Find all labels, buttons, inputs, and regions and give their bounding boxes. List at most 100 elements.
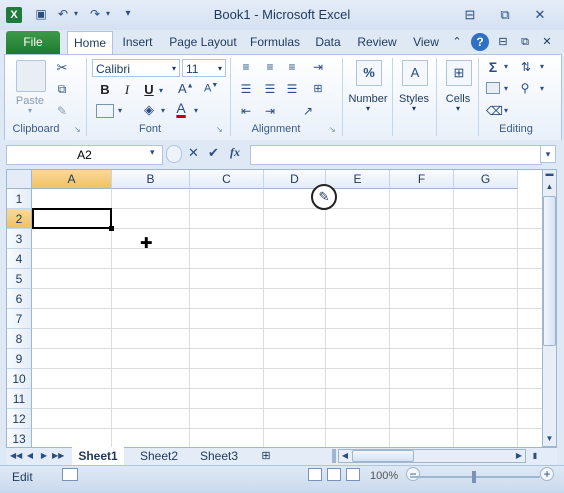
- row-header-4[interactable]: 4: [7, 249, 32, 269]
- tab-page-layout[interactable]: Page Layout: [166, 31, 240, 54]
- fill-color-dropdown-icon[interactable]: ▾: [159, 106, 167, 115]
- column-header-c[interactable]: C: [190, 170, 264, 189]
- paste-dropdown-icon[interactable]: ▾: [22, 106, 38, 115]
- row-header-12[interactable]: 12: [7, 409, 32, 429]
- borders-dropdown-icon[interactable]: ▾: [116, 106, 124, 115]
- sheet-tab-sheet1[interactable]: Sheet1: [72, 447, 124, 465]
- row-header-2[interactable]: 2: [7, 209, 32, 229]
- merge-center-icon[interactable]: ⊞: [310, 82, 326, 95]
- autosum-button[interactable]: Σ: [486, 59, 500, 75]
- next-sheet-icon[interactable]: ▶: [38, 449, 50, 463]
- scroll-down-icon[interactable]: ▼: [543, 432, 556, 445]
- zoom-slider-thumb[interactable]: [472, 471, 476, 483]
- tab-home[interactable]: Home: [67, 31, 113, 55]
- cut-icon[interactable]: ✂: [54, 60, 70, 76]
- number-dropdown-icon[interactable]: ▾: [360, 104, 376, 113]
- fill-dropdown-icon[interactable]: ▾: [502, 84, 510, 93]
- underline-button[interactable]: U: [142, 82, 156, 97]
- horizontal-scroll-thumb[interactable]: [352, 450, 414, 462]
- expand-formula-bar-icon[interactable]: ▾: [540, 145, 556, 163]
- font-launcher-icon[interactable]: ↘: [216, 125, 223, 134]
- sheet-tab-sheet3[interactable]: Sheet3: [194, 447, 244, 465]
- find-select-icon[interactable]: ⚲: [516, 81, 534, 95]
- split-box-icon[interactable]: ▬: [543, 170, 556, 178]
- decrease-font-icon[interactable]: A▼: [204, 82, 218, 95]
- zoom-in-icon[interactable]: +: [540, 467, 554, 481]
- select-all-corner[interactable]: [7, 170, 32, 189]
- row-header-6[interactable]: 6: [7, 289, 32, 309]
- align-center-icon[interactable]: ☰: [262, 82, 278, 96]
- confirm-entry-icon[interactable]: ✔: [208, 145, 219, 161]
- row-header-13[interactable]: 13: [7, 429, 32, 448]
- tab-file[interactable]: File: [6, 31, 60, 54]
- fill-icon[interactable]: [486, 82, 500, 94]
- row-header-11[interactable]: 11: [7, 389, 32, 409]
- increase-indent-icon[interactable]: ⇥: [262, 104, 278, 118]
- decrease-indent-icon[interactable]: ⇤: [238, 104, 254, 118]
- sort-filter-dropdown-icon[interactable]: ▾: [538, 62, 546, 71]
- row-header-3[interactable]: 3: [7, 229, 32, 249]
- font-name-combo[interactable]: Calibri ▾: [92, 59, 180, 77]
- cells-dropdown-icon[interactable]: ▾: [450, 104, 466, 113]
- top-align-icon[interactable]: ≡: [238, 60, 254, 74]
- row-header-8[interactable]: 8: [7, 329, 32, 349]
- vertical-scroll-thumb[interactable]: [543, 196, 556, 346]
- worksheet-grid[interactable]: ABCDEFG 1 2 3 4 5 6 7 8 9 10 11 12 13: [6, 169, 544, 449]
- formula-input[interactable]: [250, 145, 542, 165]
- align-right-icon[interactable]: ☰: [284, 82, 300, 96]
- doc-restore-icon[interactable]: ⧉: [518, 31, 532, 54]
- row-header-1[interactable]: 1: [7, 189, 32, 209]
- fill-handle[interactable]: [109, 226, 114, 231]
- cells-icon[interactable]: ⊞: [446, 60, 472, 86]
- column-header-b[interactable]: B: [112, 170, 190, 189]
- doc-close-icon[interactable]: ✕: [540, 31, 554, 54]
- orientation-icon[interactable]: ↗: [300, 104, 316, 118]
- restore-button[interactable]: ⧉: [493, 6, 517, 24]
- macro-record-icon[interactable]: [62, 468, 78, 481]
- font-color-dropdown-icon[interactable]: ▾: [192, 106, 200, 115]
- last-sheet-icon[interactable]: ▶▶: [52, 449, 64, 463]
- row-header-10[interactable]: 10: [7, 369, 32, 389]
- row-header-5[interactable]: 5: [7, 269, 32, 289]
- column-header-a[interactable]: A: [32, 170, 112, 189]
- underline-dropdown-icon[interactable]: ▾: [157, 86, 165, 95]
- sheet-tab-sheet2[interactable]: Sheet2: [134, 447, 184, 465]
- zoom-level[interactable]: 100%: [370, 470, 398, 482]
- column-header-f[interactable]: F: [390, 170, 454, 189]
- scroll-up-icon[interactable]: ▲: [543, 180, 556, 193]
- tab-view[interactable]: View: [408, 31, 444, 54]
- name-box-dropdown-icon[interactable]: ▾: [150, 147, 155, 158]
- insert-function-button[interactable]: fx: [230, 145, 240, 160]
- bold-button[interactable]: B: [98, 82, 112, 97]
- borders-icon[interactable]: [96, 104, 114, 118]
- zoom-out-icon[interactable]: −: [406, 467, 420, 481]
- cancel-entry-icon[interactable]: ✕: [188, 145, 199, 161]
- column-header-e[interactable]: E: [326, 170, 390, 189]
- increase-font-icon[interactable]: A▲: [178, 81, 194, 96]
- first-sheet-icon[interactable]: ◀◀: [10, 449, 22, 463]
- split-box-icon[interactable]: ▮: [529, 449, 541, 463]
- autosum-dropdown-icon[interactable]: ▾: [502, 62, 510, 71]
- tab-data[interactable]: Data: [310, 31, 346, 54]
- scroll-right-icon[interactable]: ▶: [513, 449, 525, 463]
- fill-color-icon[interactable]: ◈: [141, 102, 157, 118]
- tab-formulas[interactable]: Formulas: [246, 31, 304, 54]
- wrap-text-icon[interactable]: ⇥: [310, 60, 326, 74]
- format-painter-icon[interactable]: ✎: [54, 104, 70, 118]
- active-cell[interactable]: [32, 208, 112, 229]
- styles-icon[interactable]: A: [402, 60, 428, 86]
- scroll-left-icon[interactable]: ◀: [339, 449, 351, 463]
- sort-filter-icon[interactable]: ⇅: [518, 60, 534, 74]
- help-icon[interactable]: ?: [471, 33, 489, 51]
- formula-bar-splitter[interactable]: [166, 145, 182, 163]
- page-layout-view-icon[interactable]: [327, 468, 341, 481]
- minimize-ribbon-icon[interactable]: ⌃: [450, 31, 464, 54]
- bottom-align-icon[interactable]: ≡: [284, 60, 300, 74]
- tab-insert[interactable]: Insert: [115, 31, 160, 54]
- row-header-9[interactable]: 9: [7, 349, 32, 369]
- copy-icon[interactable]: ⧉: [54, 82, 70, 97]
- close-button[interactable]: ✕: [528, 6, 552, 24]
- clear-icon[interactable]: ⌫: [486, 104, 503, 118]
- styles-dropdown-icon[interactable]: ▾: [406, 104, 422, 113]
- find-select-dropdown-icon[interactable]: ▾: [538, 84, 546, 93]
